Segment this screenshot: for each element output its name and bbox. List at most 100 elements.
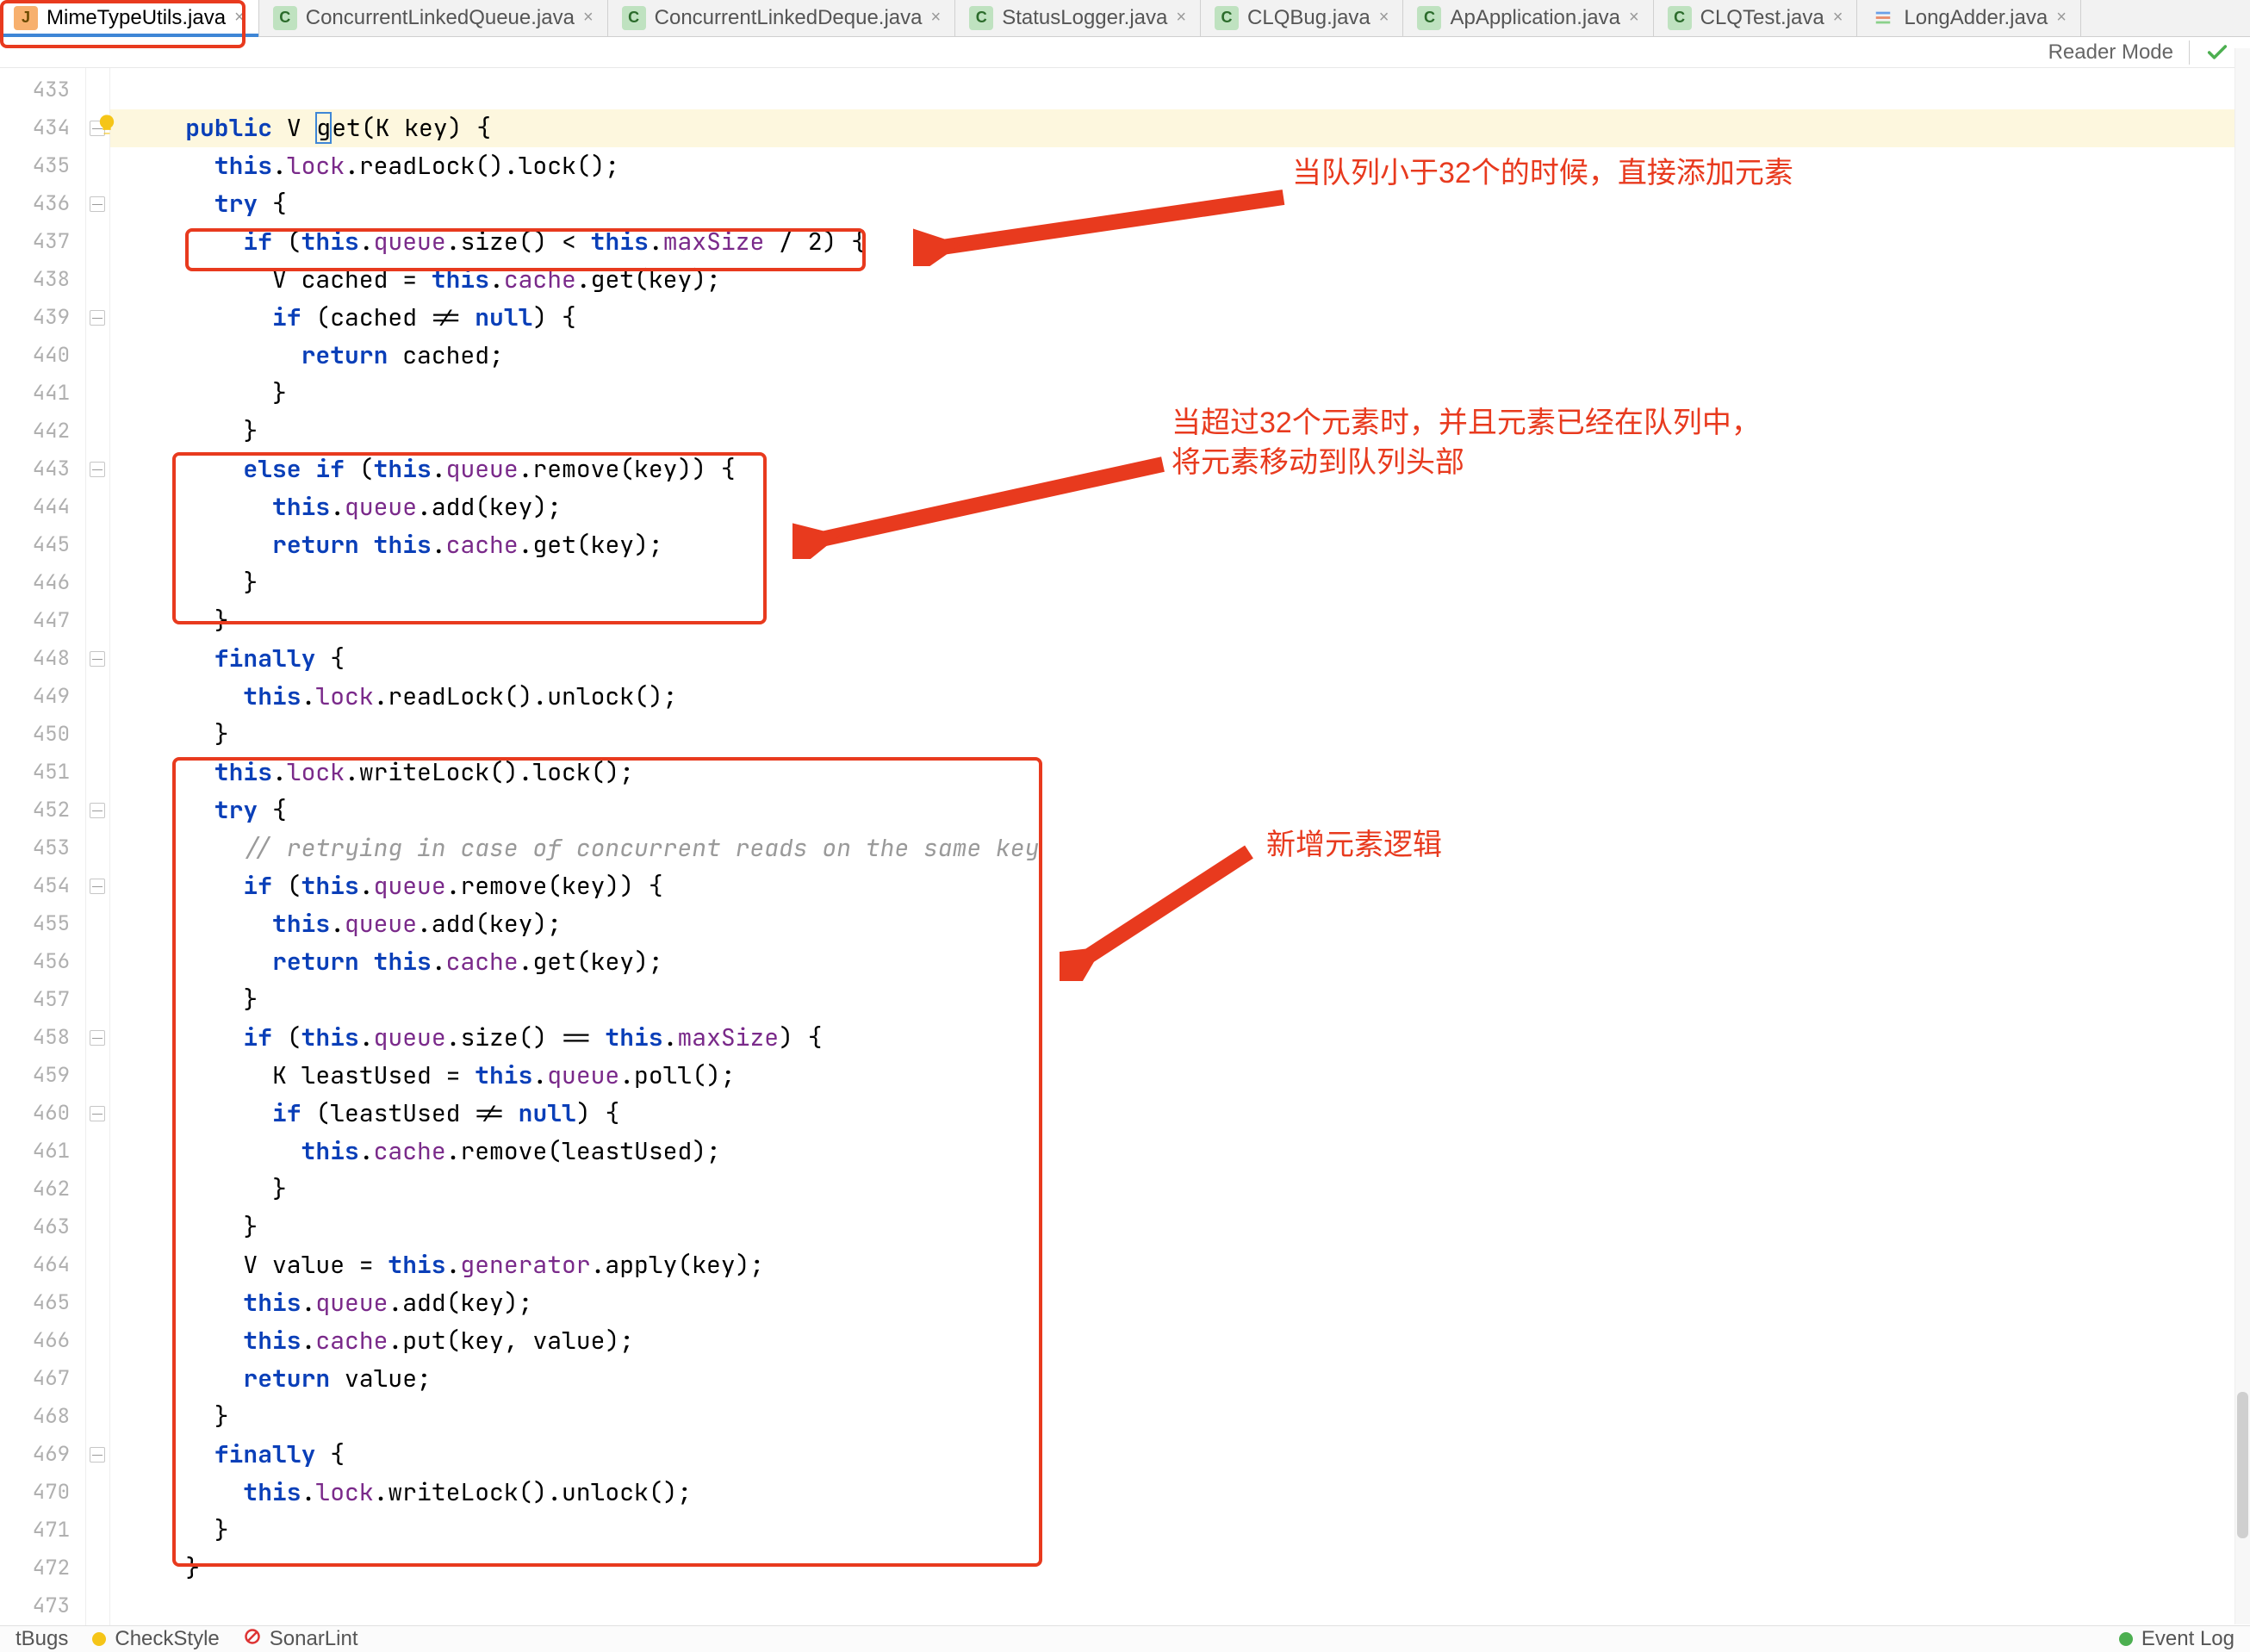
fold-toggle-icon[interactable] (90, 651, 105, 667)
line-number: 443 (0, 450, 85, 488)
fold-column[interactable] (86, 68, 110, 1625)
fold-toggle-icon[interactable] (90, 310, 105, 326)
close-icon[interactable]: × (234, 8, 245, 28)
close-icon[interactable]: × (1176, 8, 1186, 28)
code-line[interactable]: this.queue.add(key); (110, 905, 2250, 943)
close-icon[interactable]: × (1629, 8, 1639, 28)
code-line[interactable]: this.queue.add(key); (110, 488, 2250, 526)
close-icon[interactable]: × (931, 8, 942, 28)
status-checkstyle[interactable]: CheckStyle (92, 1627, 219, 1651)
tab-longadder-java[interactable]: LongAdder.java× (1857, 0, 2081, 36)
code-line[interactable]: return cached; (110, 337, 2250, 375)
code-line[interactable]: } (110, 1208, 2250, 1246)
code-line[interactable]: if (this.queue.remove(key)) { (110, 867, 2250, 905)
sonarlint-icon (244, 1627, 261, 1651)
fold-toggle-icon[interactable] (90, 803, 105, 818)
code-line[interactable]: } (110, 1512, 2250, 1550)
code-line[interactable]: else if (this.queue.remove(key)) { (110, 450, 2250, 488)
tab-label: StatusLogger.java (1002, 6, 1167, 30)
code-line[interactable]: return value; (110, 1360, 2250, 1398)
code-area[interactable]: public V get(K key) { this.lock.readLock… (110, 68, 2250, 1625)
code-line[interactable]: this.queue.add(key); (110, 1284, 2250, 1322)
tab-statuslogger-java[interactable]: C StatusLogger.java × (955, 0, 1201, 36)
code-line[interactable] (110, 71, 2250, 109)
tab-mimetypeutils-java[interactable]: JMimeTypeUtils.java× (0, 0, 259, 36)
intention-bulb-icon[interactable] (95, 113, 119, 137)
line-number: 462 (0, 1171, 85, 1208)
fold-toggle-icon[interactable] (90, 196, 105, 212)
reader-mode-label[interactable]: Reader Mode (2048, 40, 2173, 65)
status-spotbugs[interactable]: tBugs (16, 1627, 68, 1651)
line-number: 459 (0, 1057, 85, 1095)
code-line[interactable]: if (leastUsed != null) { (110, 1095, 2250, 1133)
code-line[interactable]: V cached = this.cache.get(key); (110, 261, 2250, 299)
close-icon[interactable]: × (1833, 8, 1843, 28)
fold-toggle-icon[interactable] (90, 1447, 105, 1463)
code-line[interactable]: try { (110, 185, 2250, 223)
close-icon[interactable]: × (583, 8, 594, 28)
code-line[interactable]: finally { (110, 640, 2250, 678)
line-number: 455 (0, 905, 85, 943)
code-line[interactable]: this.lock.readLock().unlock(); (110, 678, 2250, 716)
code-line[interactable]: } (110, 1398, 2250, 1436)
class-file-icon: C (969, 6, 993, 30)
class-file-icon: C (1417, 6, 1441, 30)
code-line[interactable]: } (110, 564, 2250, 602)
code-line[interactable]: finally { (110, 1436, 2250, 1474)
tab-concurrentlinkedqueue-java[interactable]: CConcurrentLinkedQueue.java× (259, 0, 608, 36)
tab-concurrentlinkeddeque-java[interactable]: CConcurrentLinkedDeque.java× (608, 0, 956, 36)
scroll-thumb[interactable] (2237, 1392, 2248, 1538)
tab-clqtest-java[interactable]: CCLQTest.java× (1654, 0, 1858, 36)
code-line[interactable]: this.lock.writeLock().lock(); (110, 754, 2250, 792)
checkstyle-icon (92, 1632, 106, 1646)
tab-label: CLQTest.java (1700, 6, 1824, 30)
fold-toggle-icon[interactable] (90, 462, 105, 477)
line-number: 472 (0, 1550, 85, 1587)
line-number: 463 (0, 1208, 85, 1246)
tab-clqbug-java[interactable]: CCLQBug.java× (1201, 0, 1403, 36)
code-line[interactable]: } (110, 375, 2250, 413)
fold-toggle-icon[interactable] (90, 879, 105, 894)
fold-toggle-icon[interactable] (90, 1106, 105, 1121)
code-line[interactable]: public V get(K key) { (110, 109, 2250, 147)
code-line[interactable]: K leastUsed = this.queue.poll(); (110, 1057, 2250, 1095)
code-editor[interactable]: 4334344354364374384394404414424434444454… (0, 68, 2250, 1625)
code-line[interactable]: } (110, 1171, 2250, 1208)
code-line[interactable]: } (110, 1550, 2250, 1587)
code-line[interactable]: // retrying in case of concurrent reads … (110, 829, 2250, 867)
line-number: 460 (0, 1095, 85, 1133)
code-line[interactable]: } (110, 981, 2250, 1019)
code-line[interactable]: } (110, 413, 2250, 450)
fold-toggle-icon[interactable] (90, 1030, 105, 1046)
code-line[interactable]: try { (110, 792, 2250, 829)
code-line[interactable]: } (110, 716, 2250, 754)
line-number: 448 (0, 640, 85, 678)
code-line[interactable]: } (110, 602, 2250, 640)
code-line[interactable]: this.lock.writeLock().unlock(); (110, 1474, 2250, 1512)
code-line[interactable] (110, 1587, 2250, 1625)
line-number: 453 (0, 829, 85, 867)
line-number: 466 (0, 1322, 85, 1360)
code-line[interactable]: this.lock.readLock().lock(); (110, 147, 2250, 185)
line-number: 442 (0, 413, 85, 450)
status-event-log[interactable]: Event Log (2119, 1627, 2234, 1651)
close-icon[interactable]: × (1379, 8, 1389, 28)
line-number: 452 (0, 792, 85, 829)
code-line[interactable]: return this.cache.get(key); (110, 526, 2250, 564)
code-line[interactable]: V value = this.generator.apply(key); (110, 1246, 2250, 1284)
code-line[interactable]: this.cache.remove(leastUsed); (110, 1133, 2250, 1171)
line-number: 461 (0, 1133, 85, 1171)
tab-apapplication-java[interactable]: CApApplication.java× (1403, 0, 1653, 36)
error-stripe[interactable] (2234, 48, 2250, 1624)
status-sonarlint[interactable]: SonarLint (244, 1627, 358, 1651)
code-line[interactable]: if (this.queue.size() < this.maxSize / 2… (110, 223, 2250, 261)
code-line[interactable]: if (cached != null) { (110, 299, 2250, 337)
code-line[interactable]: this.cache.put(key, value); (110, 1322, 2250, 1360)
close-icon[interactable]: × (2056, 8, 2067, 28)
code-line[interactable]: return this.cache.get(key); (110, 943, 2250, 981)
code-line[interactable]: if (this.queue.size() == this.maxSize) { (110, 1019, 2250, 1057)
line-number: 468 (0, 1398, 85, 1436)
tab-label: ConcurrentLinkedDeque.java (655, 6, 923, 30)
inspections-ok-icon[interactable] (2205, 40, 2229, 65)
line-number: 437 (0, 223, 85, 261)
